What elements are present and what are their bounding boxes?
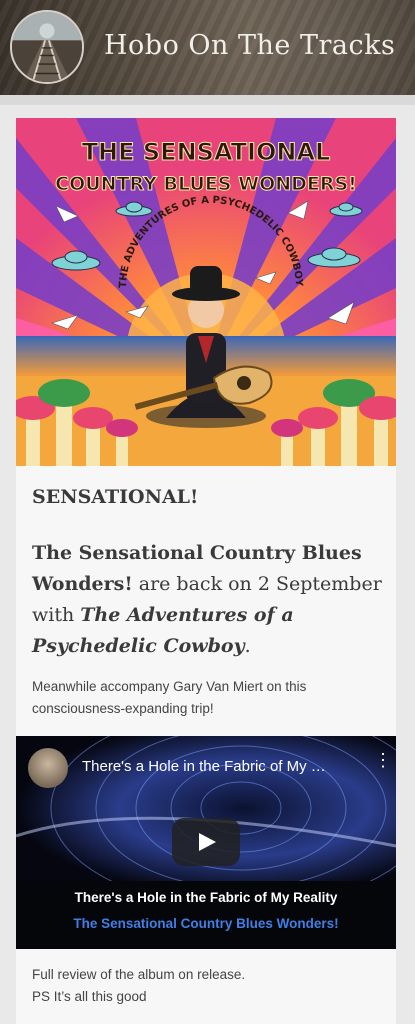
more-vert-icon[interactable]: ⋮ [374, 751, 392, 780]
album-cover-image[interactable]: THE SENSATIONAL COUNTRY BLUES WONDERS! T… [16, 118, 396, 466]
play-icon[interactable] [172, 818, 240, 866]
video-caption-artist: The Sensational Country Blues Wonders! [73, 916, 339, 931]
railroad-tracks-logo[interactable] [10, 10, 84, 84]
channel-avatar[interactable] [28, 748, 68, 788]
video-embed[interactable]: There's a Hole in the Fabric of My Reali… [16, 736, 396, 949]
video-caption-title: There's a Hole in the Fabric of My Reali… [74, 890, 338, 905]
footer-line-2: PS It’s all this good [32, 989, 147, 1004]
site-header: Hobo On The Tracks [0, 0, 415, 95]
post-footer: Full review of the album on release. PS … [32, 964, 382, 1008]
post-heading: SENSATIONAL! [32, 486, 199, 508]
album-title-line1: THE SENSATIONAL [82, 138, 331, 166]
post-lead-paragraph: The Sensational Country Blues Wonders! a… [32, 538, 382, 662]
header-divider [0, 95, 415, 105]
album-title-line2: COUNTRY BLUES WONDERS! [55, 173, 357, 195]
site-title[interactable]: Hobo On The Tracks [104, 30, 395, 61]
meanwhile-paragraph: Meanwhile accompany Gary Van Miert on th… [32, 679, 307, 716]
footer-line-1: Full review of the album on release. [32, 967, 246, 982]
lead-end: . [244, 635, 251, 657]
video-title[interactable]: There's a Hole in the Fabric of My Reali… [82, 758, 332, 775]
post-card: THE SENSATIONAL COUNTRY BLUES WONDERS! T… [16, 118, 396, 1024]
railroad-tracks-icon [12, 12, 82, 82]
